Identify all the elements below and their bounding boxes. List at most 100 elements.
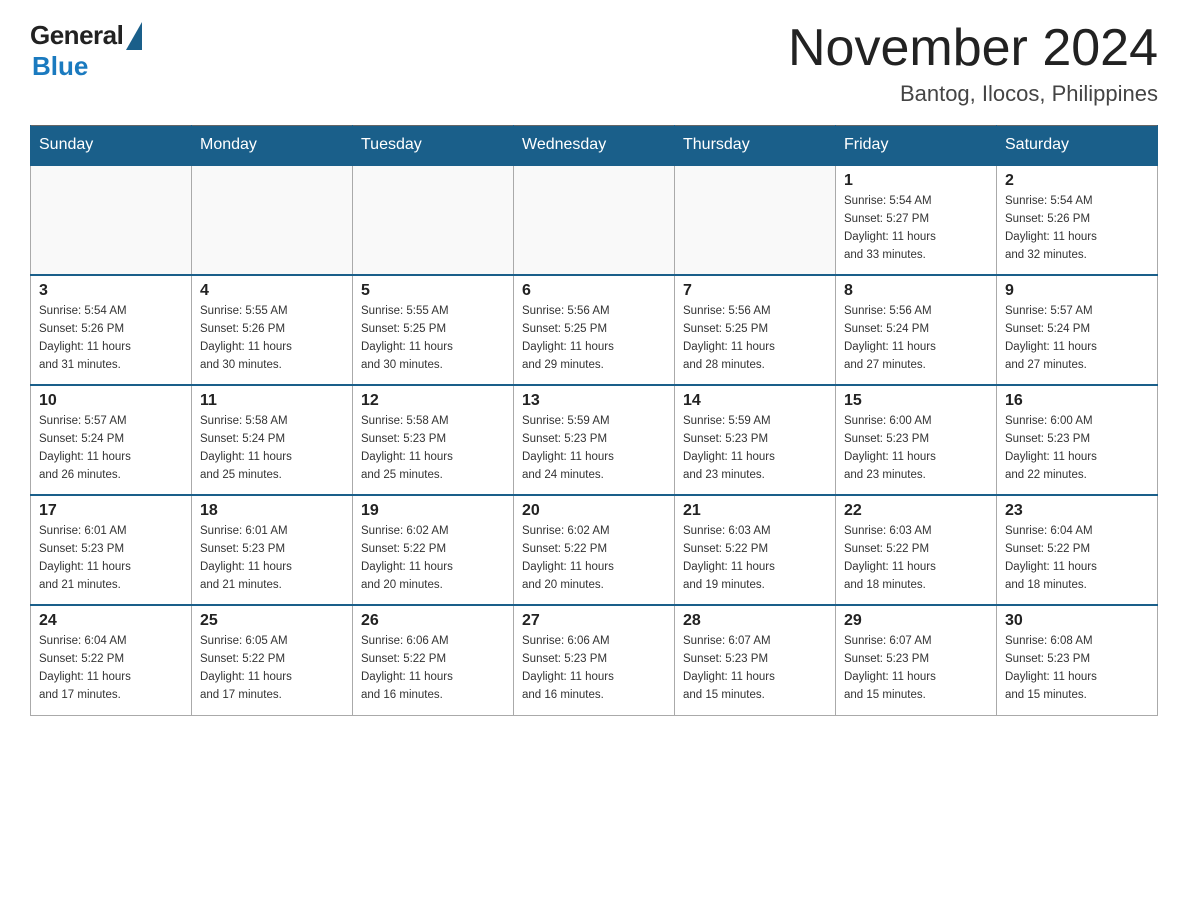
day-info: Sunrise: 5:58 AM Sunset: 5:23 PM Dayligh… — [361, 413, 505, 484]
day-info: Sunrise: 5:56 AM Sunset: 5:24 PM Dayligh… — [844, 303, 988, 374]
calendar-day-cell: 7Sunrise: 5:56 AM Sunset: 5:25 PM Daylig… — [675, 275, 836, 385]
calendar-day-cell: 11 Sunrise: 5:58 AM Sunset: 5:24 PM Dayli… — [192, 385, 353, 495]
calendar-day-cell: 21 Sunrise: 6:03 AM Sunset: 5:22 PM Dayli… — [675, 495, 836, 605]
day-info: Sunrise: 6:08 AM Sunset: 5:23 PM Dayligh… — [1005, 633, 1149, 704]
calendar-day-cell: 26 Sunrise: 6:06 AM Sunset: 5:22 PM Dayli… — [353, 605, 514, 715]
calendar-day-cell: 27 Sunrise: 6:06 AM Sunset: 5:23 PM Dayli… — [514, 605, 675, 715]
day-info: Sunrise: 5:54 AM Sunset: 5:26 PM Dayligh… — [39, 303, 183, 374]
day-info: Sunrise: 5:57 AM Sunset: 5:24 PM Dayligh… — [1005, 303, 1149, 374]
day-number: 23 — [1005, 502, 1149, 520]
day-info: Sunrise: 6:05 AM Sunset: 5:22 PM Dayligh… — [200, 633, 344, 704]
day-number: 16 — [1005, 392, 1149, 410]
day-of-week-header: Monday — [192, 126, 353, 166]
day-info: Sunrise: 6:02 AM Sunset: 5:22 PM Dayligh… — [522, 523, 666, 594]
day-of-week-header: Friday — [836, 126, 997, 166]
calendar-table: SundayMondayTuesdayWednesdayThursdayFrid… — [30, 125, 1158, 716]
calendar-day-cell: 5Sunrise: 5:55 AM Sunset: 5:25 PM Daylig… — [353, 275, 514, 385]
logo-general-text: General — [30, 20, 123, 51]
calendar-day-cell: 19 Sunrise: 6:02 AM Sunset: 5:22 PM Dayli… — [353, 495, 514, 605]
day-number: 19 — [361, 502, 505, 520]
day-number: 9 — [1005, 282, 1149, 300]
calendar-day-cell: 6Sunrise: 5:56 AM Sunset: 5:25 PM Daylig… — [514, 275, 675, 385]
calendar-day-cell: 18 Sunrise: 6:01 AM Sunset: 5:23 PM Dayli… — [192, 495, 353, 605]
logo-blue-text: Blue — [32, 51, 88, 82]
day-number: 18 — [200, 502, 344, 520]
calendar-week-row: 3 Sunrise: 5:54 AM Sunset: 5:26 PM Daylig… — [31, 275, 1158, 385]
day-number: 10 — [39, 392, 183, 410]
day-number: 26 — [361, 612, 505, 630]
calendar-day-cell — [192, 165, 353, 275]
calendar-day-cell: 1 Sunrise: 5:54 AM Sunset: 5:27 PM Daylig… — [836, 165, 997, 275]
calendar-day-cell — [675, 165, 836, 275]
day-info: Sunrise: 6:04 AM Sunset: 5:22 PM Dayligh… — [1005, 523, 1149, 594]
day-info: Sunrise: 5:54 AM Sunset: 5:27 PM Dayligh… — [844, 193, 988, 264]
day-number: 8 — [844, 282, 988, 300]
calendar-day-cell: 8 Sunrise: 5:56 AM Sunset: 5:24 PM Daylig… — [836, 275, 997, 385]
day-info: Sunrise: 5:56 AM Sunset: 5:25 PM Dayligh… — [683, 303, 827, 374]
day-info: Sunrise: 5:55 AM Sunset: 5:26 PM Dayligh… — [200, 303, 344, 374]
day-number: 14 — [683, 392, 827, 410]
day-number: 27 — [522, 612, 666, 630]
day-info: Sunrise: 6:04 AM Sunset: 5:22 PM Dayligh… — [39, 633, 183, 704]
calendar-day-cell: 14Sunrise: 5:59 AM Sunset: 5:23 PM Dayli… — [675, 385, 836, 495]
day-info: Sunrise: 6:03 AM Sunset: 5:22 PM Dayligh… — [844, 523, 988, 594]
logo-arrow-icon — [126, 22, 142, 50]
calendar-day-cell: 9 Sunrise: 5:57 AM Sunset: 5:24 PM Daylig… — [997, 275, 1158, 385]
day-info: Sunrise: 6:03 AM Sunset: 5:22 PM Dayligh… — [683, 523, 827, 594]
day-info: Sunrise: 5:57 AM Sunset: 5:24 PM Dayligh… — [39, 413, 183, 484]
days-header-row: SundayMondayTuesdayWednesdayThursdayFrid… — [31, 126, 1158, 166]
calendar-day-cell: 28Sunrise: 6:07 AM Sunset: 5:23 PM Dayli… — [675, 605, 836, 715]
day-number: 1 — [844, 172, 988, 190]
calendar-day-cell: 4 Sunrise: 5:55 AM Sunset: 5:26 PM Daylig… — [192, 275, 353, 385]
day-number: 22 — [844, 502, 988, 520]
day-of-week-header: Saturday — [997, 126, 1158, 166]
day-number: 15 — [844, 392, 988, 410]
day-number: 11 — [200, 392, 344, 410]
calendar-day-cell — [31, 165, 192, 275]
calendar-week-row: 17 Sunrise: 6:01 AM Sunset: 5:23 PM Dayli… — [31, 495, 1158, 605]
calendar-header: SundayMondayTuesdayWednesdayThursdayFrid… — [31, 126, 1158, 166]
day-number: 29 — [844, 612, 988, 630]
calendar-body: 1 Sunrise: 5:54 AM Sunset: 5:27 PM Daylig… — [31, 165, 1158, 715]
calendar-day-cell — [353, 165, 514, 275]
day-info: Sunrise: 6:06 AM Sunset: 5:23 PM Dayligh… — [522, 633, 666, 704]
day-info: Sunrise: 6:01 AM Sunset: 5:23 PM Dayligh… — [39, 523, 183, 594]
day-number: 21 — [683, 502, 827, 520]
calendar-day-cell — [514, 165, 675, 275]
day-number: 3 — [39, 282, 183, 300]
day-number: 25 — [200, 612, 344, 630]
day-info: Sunrise: 5:58 AM Sunset: 5:24 PM Dayligh… — [200, 413, 344, 484]
calendar-day-cell: 22 Sunrise: 6:03 AM Sunset: 5:22 PM Dayli… — [836, 495, 997, 605]
day-number: 4 — [200, 282, 344, 300]
day-number: 17 — [39, 502, 183, 520]
calendar-day-cell: 16Sunrise: 6:00 AM Sunset: 5:23 PM Dayli… — [997, 385, 1158, 495]
calendar-day-cell: 29 Sunrise: 6:07 AM Sunset: 5:23 PM Dayli… — [836, 605, 997, 715]
logo: General Blue — [30, 20, 142, 82]
calendar-day-cell: 30 Sunrise: 6:08 AM Sunset: 5:23 PM Dayli… — [997, 605, 1158, 715]
calendar-day-cell: 3 Sunrise: 5:54 AM Sunset: 5:26 PM Daylig… — [31, 275, 192, 385]
day-number: 24 — [39, 612, 183, 630]
day-of-week-header: Thursday — [675, 126, 836, 166]
day-of-week-header: Tuesday — [353, 126, 514, 166]
day-number: 12 — [361, 392, 505, 410]
calendar-week-row: 24 Sunrise: 6:04 AM Sunset: 5:22 PM Dayli… — [31, 605, 1158, 715]
day-number: 5 — [361, 282, 505, 300]
day-number: 30 — [1005, 612, 1149, 630]
calendar-week-row: 1 Sunrise: 5:54 AM Sunset: 5:27 PM Daylig… — [31, 165, 1158, 275]
day-info: Sunrise: 6:07 AM Sunset: 5:23 PM Dayligh… — [844, 633, 988, 704]
month-title: November 2024 — [788, 20, 1158, 77]
page-header: General Blue November 2024 Bantog, Iloco… — [30, 20, 1158, 107]
day-number: 13 — [522, 392, 666, 410]
day-info: Sunrise: 5:54 AM Sunset: 5:26 PM Dayligh… — [1005, 193, 1149, 264]
calendar-week-row: 10 Sunrise: 5:57 AM Sunset: 5:24 PM Dayli… — [31, 385, 1158, 495]
day-info: Sunrise: 6:01 AM Sunset: 5:23 PM Dayligh… — [200, 523, 344, 594]
calendar-day-cell: 23 Sunrise: 6:04 AM Sunset: 5:22 PM Dayli… — [997, 495, 1158, 605]
day-of-week-header: Sunday — [31, 126, 192, 166]
day-info: Sunrise: 6:02 AM Sunset: 5:22 PM Dayligh… — [361, 523, 505, 594]
day-info: Sunrise: 6:06 AM Sunset: 5:22 PM Dayligh… — [361, 633, 505, 704]
day-info: Sunrise: 6:00 AM Sunset: 5:23 PM Dayligh… — [844, 413, 988, 484]
day-number: 20 — [522, 502, 666, 520]
calendar-day-cell: 15 Sunrise: 6:00 AM Sunset: 5:23 PM Dayli… — [836, 385, 997, 495]
calendar-day-cell: 2Sunrise: 5:54 AM Sunset: 5:26 PM Daylig… — [997, 165, 1158, 275]
calendar-day-cell: 13Sunrise: 5:59 AM Sunset: 5:23 PM Dayli… — [514, 385, 675, 495]
